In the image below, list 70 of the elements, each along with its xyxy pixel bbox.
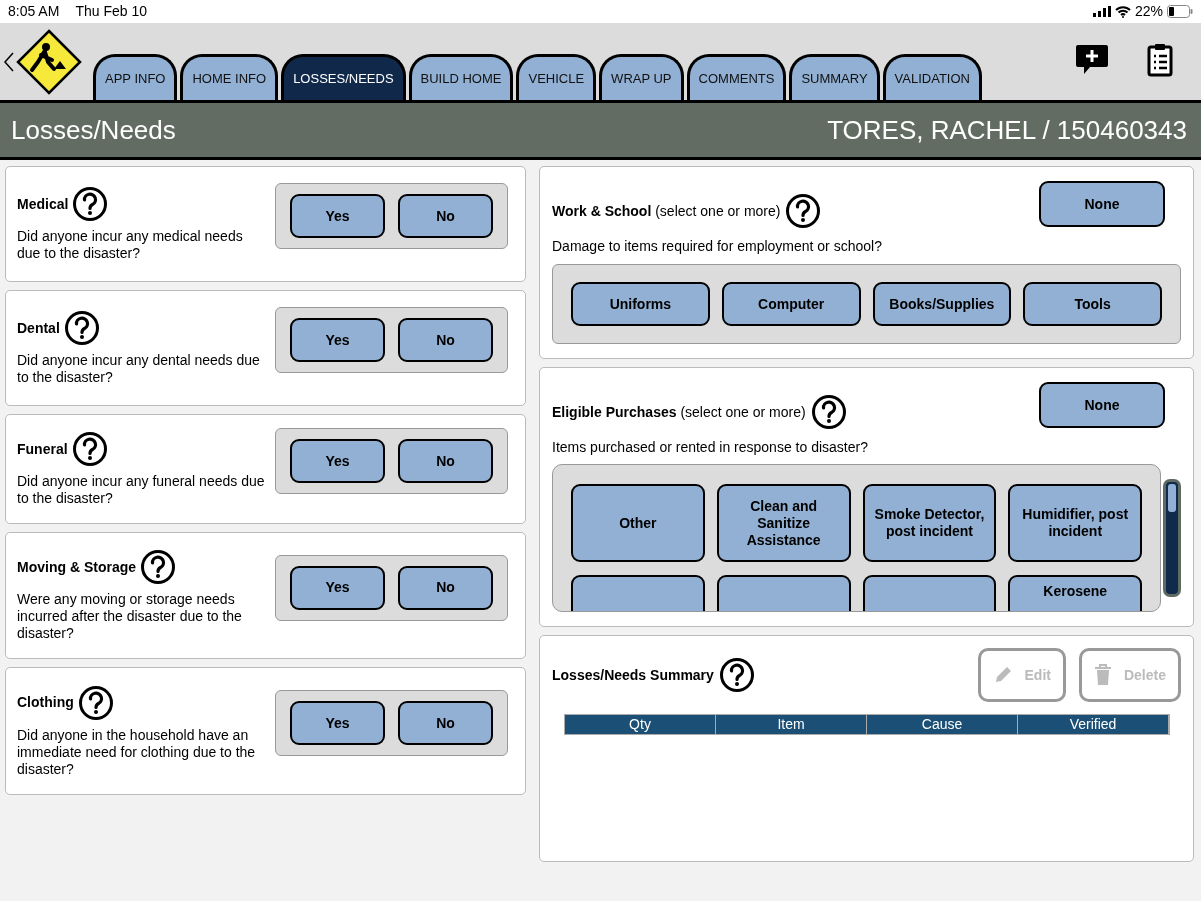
column-header: Cause	[867, 715, 1018, 734]
section-title: Work & School (select one or more)	[552, 201, 781, 221]
help-icon[interactable]	[77, 684, 114, 721]
tab[interactable]: VEHICLE	[516, 54, 597, 100]
option-button[interactable]: Smoke Detector, post incident	[862, 484, 997, 562]
answer-button[interactable]: No	[398, 439, 493, 483]
answer-button[interactable]: Yes	[290, 439, 385, 483]
option-button[interactable]: Uniforms	[571, 282, 710, 326]
answer-button[interactable]: Yes	[290, 318, 385, 362]
answer-button[interactable]: No	[398, 194, 493, 238]
status-date: Thu Feb 10	[75, 2, 147, 21]
none-button[interactable]: None	[1039, 382, 1165, 428]
help-icon[interactable]	[718, 657, 755, 693]
scrollbar[interactable]	[1163, 479, 1181, 597]
section-title: Losses/Needs Summary	[552, 665, 714, 685]
question-text: Were any moving or storage needs incurred after the disaster due to the disaster?	[17, 591, 243, 642]
tab[interactable]: HOME INFO	[180, 54, 279, 100]
help-icon[interactable]	[72, 186, 109, 222]
help-icon[interactable]	[63, 310, 100, 346]
answer-button[interactable]: Yes	[290, 194, 385, 238]
section-title: Eligible Purchases (select one or more)	[552, 402, 806, 422]
question-text: Did anyone incur any funeral needs due to the disaster?	[17, 473, 266, 507]
question-title: Funeral	[17, 439, 68, 459]
tab[interactable]: SUMMARY	[789, 54, 880, 100]
tab[interactable]: LOSSES/NEEDS	[281, 54, 406, 100]
answer-button[interactable]: No	[398, 318, 493, 362]
question-text: Did anyone incur any dental needs due to the disaster?	[17, 352, 261, 386]
clipboard-list-icon[interactable]	[1147, 43, 1173, 77]
tab[interactable]: WRAP UP	[599, 54, 684, 100]
answer-button[interactable]: Yes	[290, 565, 385, 610]
section-text: Damage to items required for employment or school?	[552, 237, 883, 256]
trash-icon	[1093, 664, 1112, 686]
tab[interactable]: APP INFO	[93, 54, 178, 100]
page-title: Losses/Needs	[11, 113, 176, 147]
question-text: Did anyone incur any medical needs due to the disaster?	[17, 228, 244, 262]
column-header: Item	[716, 715, 867, 734]
option-button[interactable]: Computer	[721, 282, 861, 326]
option-button[interactable]: Other	[571, 484, 705, 562]
battery-icon	[1167, 5, 1193, 18]
answer-button[interactable]: No	[398, 701, 493, 745]
column-header: Verified	[1018, 715, 1169, 734]
signal-icon	[1092, 6, 1111, 17]
answer-button[interactable]: No	[398, 565, 493, 610]
answer-button[interactable]: Yes	[290, 701, 385, 745]
tab[interactable]: COMMENTS	[686, 54, 787, 100]
none-button[interactable]: None	[1039, 181, 1165, 227]
help-icon[interactable]	[810, 394, 847, 430]
help-icon[interactable]	[785, 193, 822, 229]
section-text: Items purchased or rented in response to disaster?	[552, 438, 869, 457]
question-text: Did anyone in the household have an immediate need for clothing due to the disaster?	[17, 726, 257, 778]
tab[interactable]: VALIDATION	[882, 54, 982, 100]
applicant-name-id: TORES, RACHEL / 150460343	[827, 113, 1187, 147]
option-button[interactable]: Kerosene	[1008, 575, 1143, 611]
option-button[interactable]: Clean and Sanitize Assistance	[716, 484, 851, 562]
question-title: Dental	[17, 318, 60, 338]
help-icon[interactable]	[140, 549, 176, 585]
column-header: Qty	[565, 715, 716, 734]
help-icon[interactable]	[71, 431, 108, 467]
question-title: Moving & Storage	[17, 557, 136, 577]
option-button[interactable]: Tools	[1023, 282, 1162, 326]
construction-worker-sign-icon	[16, 28, 82, 95]
wifi-icon	[1114, 5, 1131, 18]
question-title: Medical	[17, 194, 69, 214]
question-title: Clothing	[17, 693, 74, 712]
back-chevron-icon[interactable]	[4, 51, 14, 72]
option-button[interactable]: Humidifier, post incident	[1008, 484, 1143, 562]
tab[interactable]: BUILD HOME	[408, 54, 514, 100]
battery-percent: 22%	[1134, 2, 1163, 21]
option-button[interactable]: Books/Supplies	[872, 282, 1012, 326]
status-time: 8:05 AM	[8, 2, 60, 21]
